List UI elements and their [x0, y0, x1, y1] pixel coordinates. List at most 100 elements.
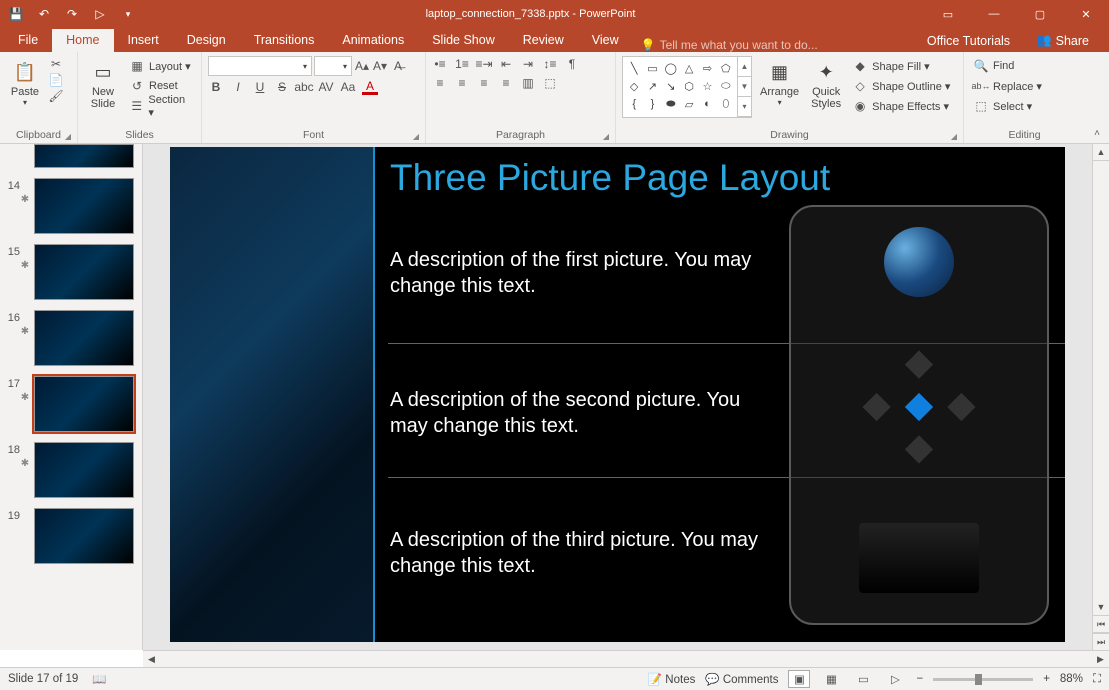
zoom-level[interactable]: 88% — [1060, 673, 1083, 685]
sorter-view-button[interactable]: ▦ — [820, 670, 842, 688]
line-spacing-button[interactable]: ↕≡ — [542, 56, 558, 72]
tab-animations[interactable]: Animations — [328, 29, 418, 52]
justify-button[interactable]: ≡ — [498, 75, 514, 91]
spellcheck-icon[interactable]: 📖 — [92, 672, 106, 686]
restore-button[interactable]: ▢ — [1017, 0, 1063, 28]
char-spacing-button[interactable]: AV — [318, 79, 334, 95]
quick-styles-button[interactable]: ✦ Quick Styles — [807, 56, 845, 112]
layout-button[interactable]: ▦Layout ▾ — [126, 56, 195, 76]
decrease-indent-button[interactable]: ⇤ — [498, 56, 514, 72]
slideshow-from-start-icon[interactable]: ▷ — [92, 6, 108, 22]
tab-slideshow[interactable]: Slide Show — [418, 29, 509, 52]
shape-effects-button[interactable]: ◉Shape Effects ▾ — [849, 96, 953, 116]
clear-formatting-button[interactable]: A̶ — [390, 58, 406, 74]
share-button[interactable]: 👥 Share — [1026, 29, 1099, 52]
section-button[interactable]: ☰Section ▾ — [126, 96, 195, 116]
tab-view[interactable]: View — [578, 29, 633, 52]
thumb-18[interactable]: 18✱ — [0, 442, 142, 498]
thumb-16[interactable]: 16✱ — [0, 310, 142, 366]
scroll-down-icon[interactable]: ▼ — [1093, 599, 1109, 616]
paste-button[interactable]: 📋 Paste ▾ — [6, 56, 44, 109]
align-center-button[interactable]: ≡ — [454, 75, 470, 91]
tab-review[interactable]: Review — [509, 29, 578, 52]
shape-fill-button[interactable]: ◆Shape Fill ▾ — [849, 56, 953, 76]
gallery-more-icon[interactable]: ▾ — [738, 97, 751, 117]
replace-button[interactable]: ab↔Replace ▾ — [970, 76, 1045, 96]
tab-design[interactable]: Design — [173, 29, 240, 52]
align-right-button[interactable]: ≡ — [476, 75, 492, 91]
zoom-slider[interactable] — [933, 678, 1033, 681]
font-color-button[interactable]: A — [362, 79, 378, 95]
clipboard-launcher-icon[interactable]: ◢ — [65, 132, 71, 141]
slide-thumbnails-panel[interactable]: 14✱ 15✱ 16✱ 17✱ 18✱ 19 — [0, 144, 143, 650]
qat-customize-icon[interactable]: ▾ — [120, 6, 136, 22]
next-slide-icon[interactable]: ⏭ — [1093, 633, 1109, 650]
zoom-out-button[interactable]: − — [916, 673, 923, 685]
tell-me-search[interactable]: 💡 Tell me what you want to do... — [633, 38, 818, 52]
text-direction-button[interactable]: ¶ — [564, 56, 580, 72]
tab-transitions[interactable]: Transitions — [240, 29, 329, 52]
bullets-button[interactable]: •≡ — [432, 56, 448, 72]
prev-slide-icon[interactable]: ⏮ — [1093, 616, 1109, 633]
slide-desc-1[interactable]: A description of the first picture. You … — [390, 247, 770, 299]
slide-desc-2[interactable]: A description of the second picture. You… — [390, 387, 770, 439]
new-slide-button[interactable]: ▭ New Slide — [84, 56, 122, 112]
list-level-button[interactable]: ≡⇥ — [476, 56, 492, 72]
slide-canvas[interactable]: Three Picture Page Layout A description … — [170, 147, 1065, 642]
italic-button[interactable]: I — [230, 79, 246, 95]
align-left-button[interactable]: ≡ — [432, 75, 448, 91]
cut-button[interactable]: ✂ — [48, 56, 64, 72]
shapes-gallery[interactable]: ╲▭◯△⇨⬠ ◇↗↘⬡☆⬭ {}⬬▱◐⬯ ▲ ▼ ▾ — [622, 56, 752, 118]
tab-insert[interactable]: Insert — [114, 29, 173, 52]
slideshow-view-button[interactable]: ▷ — [884, 670, 906, 688]
thumb-15[interactable]: 15✱ — [0, 244, 142, 300]
arrange-button[interactable]: ▦ Arrange▾ — [756, 56, 803, 109]
thumb-17[interactable]: 17✱ — [0, 376, 142, 432]
underline-button[interactable]: U — [252, 79, 268, 95]
slide-desc-3[interactable]: A description of the third picture. You … — [390, 527, 770, 579]
office-tutorials-link[interactable]: Office Tutorials — [919, 30, 1018, 52]
font-family-combo[interactable]: ▾ — [208, 56, 312, 76]
font-launcher-icon[interactable]: ◢ — [413, 132, 419, 141]
gallery-up-icon[interactable]: ▲ — [738, 57, 751, 77]
undo-icon[interactable]: ↶ — [36, 6, 52, 22]
slide-picture-frame[interactable] — [789, 205, 1049, 625]
fit-to-window-button[interactable]: ⛶ — [1093, 673, 1101, 686]
font-size-combo[interactable]: ▾ — [314, 56, 352, 76]
tab-file[interactable]: File — [18, 29, 52, 52]
thumb-14[interactable]: 14✱ — [0, 178, 142, 234]
save-icon[interactable]: 💾 — [8, 6, 24, 22]
thumb-13[interactable] — [0, 148, 142, 168]
convert-smartart-button[interactable]: ⬚ — [542, 75, 558, 91]
notes-button[interactable]: 📝 Notes — [648, 672, 696, 686]
format-painter-button[interactable]: 🖌 — [48, 88, 64, 104]
horizontal-scrollbar[interactable]: ◀ ▶ — [143, 650, 1109, 667]
redo-icon[interactable]: ↷ — [64, 6, 80, 22]
close-button[interactable]: ✕ — [1063, 0, 1109, 28]
comments-button[interactable]: 💬 Comments — [705, 672, 778, 686]
columns-button[interactable]: ▥ — [520, 75, 536, 91]
slide-title-text[interactable]: Three Picture Page Layout — [390, 157, 830, 199]
strikethrough-button[interactable]: S — [274, 79, 290, 95]
vertical-scrollbar[interactable]: ▲ ▼ ⏮ ⏭ — [1092, 144, 1109, 650]
collapse-ribbon-icon[interactable]: ˄ — [1085, 52, 1109, 143]
zoom-in-button[interactable]: + — [1043, 673, 1050, 685]
text-shadow-button[interactable]: abc — [296, 79, 312, 95]
scroll-up-icon[interactable]: ▲ — [1093, 144, 1109, 161]
paragraph-launcher-icon[interactable]: ◢ — [603, 132, 609, 141]
drawing-launcher-icon[interactable]: ◢ — [951, 132, 957, 141]
shrink-font-button[interactable]: A▾ — [372, 58, 388, 74]
ribbon-display-options-icon[interactable]: ▭ — [925, 0, 971, 28]
scroll-left-icon[interactable]: ◀ — [143, 651, 160, 667]
copy-button[interactable]: 📄 — [48, 72, 64, 88]
normal-view-button[interactable]: ▣ — [788, 670, 810, 688]
numbering-button[interactable]: 1≡ — [454, 56, 470, 72]
grow-font-button[interactable]: A▴ — [354, 58, 370, 74]
increase-indent-button[interactable]: ⇥ — [520, 56, 536, 72]
shape-outline-button[interactable]: ◇Shape Outline ▾ — [849, 76, 953, 96]
change-case-button[interactable]: Aa — [340, 79, 356, 95]
thumb-19[interactable]: 19 — [0, 508, 142, 564]
reading-view-button[interactable]: ▭ — [852, 670, 874, 688]
select-button[interactable]: ⬚Select ▾ — [970, 96, 1045, 116]
scroll-right-icon[interactable]: ▶ — [1092, 651, 1109, 667]
